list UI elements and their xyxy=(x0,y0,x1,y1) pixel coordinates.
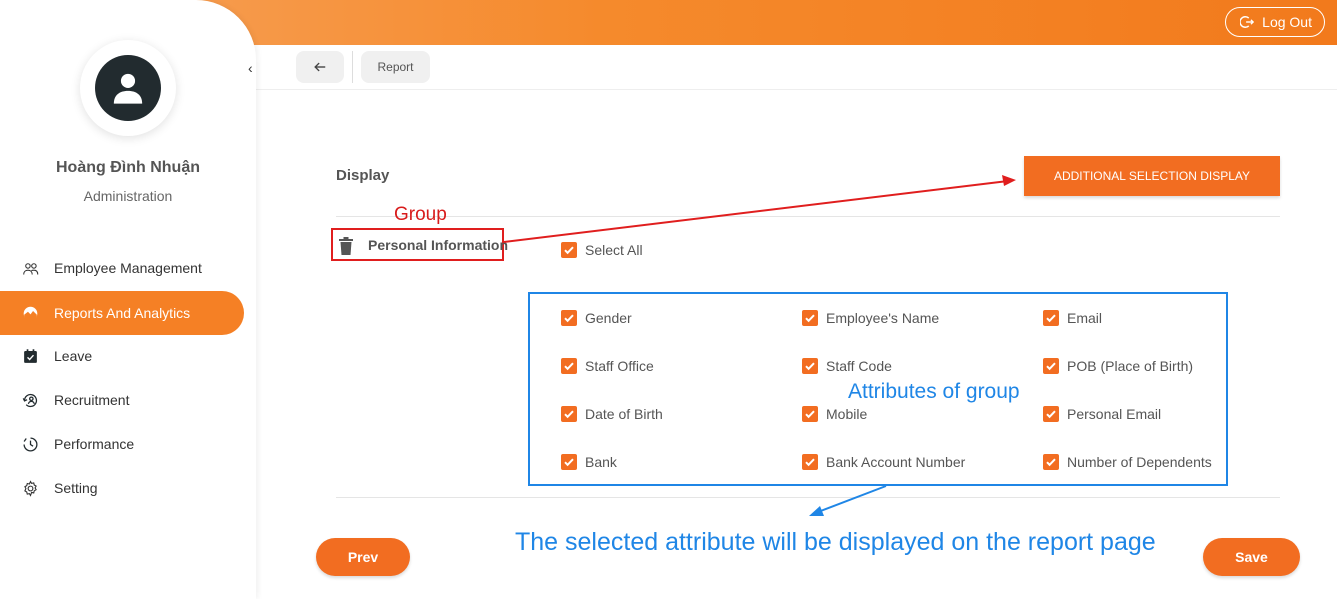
checkbox-checked-icon xyxy=(561,310,577,326)
checkbox-label: Email xyxy=(1067,310,1103,326)
arrow-left-icon xyxy=(314,62,326,72)
back-button[interactable] xyxy=(296,51,344,83)
checkbox-label: POB (Place of Birth) xyxy=(1067,358,1194,374)
sidebar: Hoàng Đình Nhuận Administration Employee… xyxy=(0,0,256,599)
checkbox-label: Bank xyxy=(585,454,617,470)
attribute-checkbox[interactable]: Gender xyxy=(561,310,632,326)
performance-icon xyxy=(20,434,40,454)
annotation-group: Group xyxy=(394,204,447,225)
sub-header: Report xyxy=(256,45,1337,90)
section-title: Display xyxy=(336,167,390,184)
pie-chart-icon xyxy=(20,303,40,323)
checkbox-checked-icon xyxy=(802,406,818,422)
avatar[interactable] xyxy=(80,40,176,136)
attribute-checkbox[interactable]: Personal Email xyxy=(1043,406,1161,422)
user-name: Hoàng Đình Nhuận xyxy=(56,159,200,176)
attribute-checkbox[interactable]: POB (Place of Birth) xyxy=(1043,358,1193,374)
sidebar-item-setting[interactable]: Setting xyxy=(0,466,244,510)
sidebar-item-leave[interactable]: Leave xyxy=(0,334,244,378)
checkbox-checked-icon xyxy=(802,358,818,374)
checkbox-checked-icon xyxy=(561,242,577,258)
divider xyxy=(336,497,1280,498)
sidebar-item-label: Recruitment xyxy=(54,392,130,408)
attribute-checkbox[interactable]: Mobile xyxy=(802,406,867,422)
prev-button[interactable]: Prev xyxy=(316,538,410,576)
red-arrow-head xyxy=(1002,175,1016,186)
user-icon xyxy=(113,73,143,104)
gear-icon xyxy=(20,478,40,498)
divider xyxy=(352,51,353,83)
attribute-checkbox[interactable]: Employee's Name xyxy=(802,310,939,326)
attribute-checkbox[interactable]: Staff Code xyxy=(802,358,892,374)
blue-arrow-line xyxy=(817,485,887,513)
sidebar-item-label: Setting xyxy=(54,480,98,496)
annotation-attributes: Attributes of group xyxy=(848,380,1020,403)
attribute-checkbox[interactable]: Email xyxy=(1043,310,1102,326)
logout-icon xyxy=(1240,16,1255,28)
annotation-selected: The selected attribute will be displayed… xyxy=(515,528,1156,556)
checkbox-label: Mobile xyxy=(826,406,868,422)
checkbox-label: Date of Birth xyxy=(585,406,663,422)
select-all-checkbox[interactable]: Select All xyxy=(561,242,643,258)
checkbox-label: Staff Code xyxy=(826,358,892,374)
sidebar-item-label: Performance xyxy=(54,436,135,452)
checkbox-label: Bank Account Number xyxy=(826,454,966,470)
sidebar-item-performance[interactable]: Performance xyxy=(0,422,244,466)
logout-button[interactable]: Log Out xyxy=(1225,7,1325,37)
checkbox-label: Employee's Name xyxy=(826,310,940,326)
attribute-checkbox[interactable]: Staff Office xyxy=(561,358,654,374)
checkbox-checked-icon xyxy=(802,454,818,470)
recruitment-icon xyxy=(20,390,40,410)
attribute-checkbox[interactable]: Number of Dependents xyxy=(1043,454,1212,470)
sidebar-item-label: Reports And Analytics xyxy=(54,305,191,321)
attribute-checkbox[interactable]: Date of Birth xyxy=(561,406,663,422)
sidebar-item-employee-management[interactable]: Employee Management xyxy=(0,246,244,290)
save-button[interactable]: Save xyxy=(1203,538,1300,576)
sidebar-item-recruitment[interactable]: Recruitment xyxy=(0,378,244,422)
checkbox-checked-icon xyxy=(1043,406,1059,422)
checkbox-checked-icon xyxy=(1043,310,1059,326)
checkbox-checked-icon xyxy=(561,454,577,470)
group-name: Personal Information xyxy=(368,237,509,253)
breadcrumb-report[interactable]: Report xyxy=(361,51,430,83)
attribute-checkbox[interactable]: Bank xyxy=(561,454,617,470)
checkbox-label: Select All xyxy=(585,242,643,258)
checkbox-label: Personal Email xyxy=(1067,406,1162,422)
blue-arrow-head xyxy=(809,506,824,516)
checkbox-label: Gender xyxy=(585,310,632,326)
sidebar-item-reports-and-analytics[interactable]: Reports And Analytics xyxy=(0,291,244,335)
checkbox-label: Number of Dependents xyxy=(1067,454,1212,470)
sidebar-item-label: Employee Management xyxy=(54,260,202,276)
checkbox-label: Staff Office xyxy=(585,358,654,374)
trash-icon[interactable] xyxy=(338,237,354,255)
avatar-circle xyxy=(95,55,161,121)
additional-selection-display-button[interactable]: ADDITIONAL SELECTION DISPLAY xyxy=(1024,156,1280,196)
checkbox-checked-icon xyxy=(802,310,818,326)
logout-label: Log Out xyxy=(1262,14,1312,30)
checkbox-checked-icon xyxy=(1043,454,1059,470)
sidebar-item-label: Leave xyxy=(54,348,93,364)
divider xyxy=(336,216,1280,217)
checkbox-checked-icon xyxy=(561,406,577,422)
red-arrow-line xyxy=(503,180,1009,243)
chevron-left-icon[interactable]: ‹ xyxy=(248,60,262,78)
user-role: Administration xyxy=(83,188,173,204)
users-icon xyxy=(20,258,40,278)
attribute-checkbox[interactable]: Bank Account Number xyxy=(802,454,965,470)
checkbox-checked-icon xyxy=(1043,358,1059,374)
checkbox-checked-icon xyxy=(561,358,577,374)
calendar-check-icon xyxy=(20,346,40,366)
